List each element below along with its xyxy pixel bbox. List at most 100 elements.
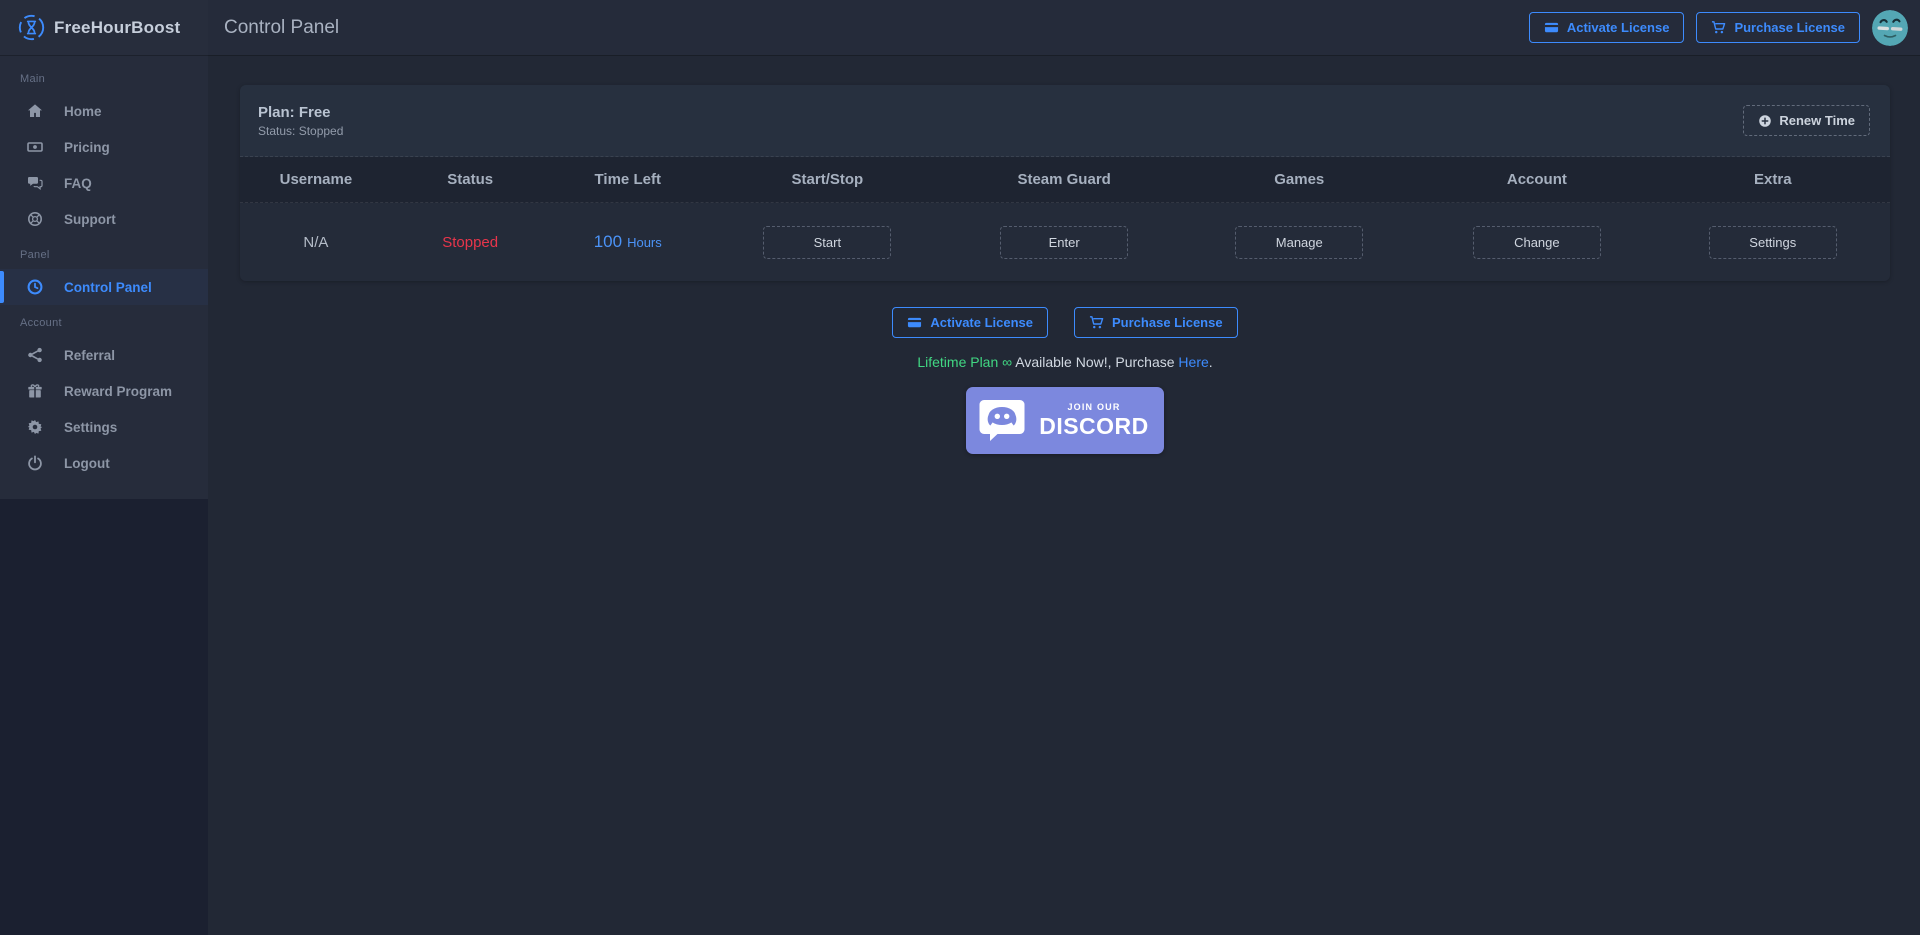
discord-icon (978, 398, 1026, 443)
cart-icon (1711, 20, 1726, 35)
discord-wordmark: DISCORD (1039, 412, 1149, 439)
table-header-row: Username Status Time Left Start/Stop Steam G… (240, 157, 1890, 203)
cart-icon (1089, 315, 1104, 330)
sidebar-item-label: Referral (64, 347, 116, 363)
main-content: Plan: Free Status: Stopped Renew Time Us… (208, 55, 1920, 935)
discord-banner[interactable]: JOIN OUR DISCORD (966, 387, 1164, 454)
col-header-start-stop: Start/Stop (791, 171, 864, 188)
sidebar-filler (0, 499, 208, 935)
credit-card-icon (907, 315, 922, 330)
cell-extra: Settings (1656, 225, 1890, 259)
plan-card: Plan: Free Status: Stopped Renew Time Us… (240, 85, 1890, 281)
purchase-license-button-center[interactable]: Purchase License (1074, 307, 1238, 338)
home-icon (26, 103, 44, 119)
sidebar-item-faq[interactable]: FAQ (0, 165, 208, 201)
activate-license-button[interactable]: Activate License (1528, 12, 1685, 43)
sidebar-item-referral[interactable]: Referral (0, 337, 208, 373)
sidebar-item-pricing[interactable]: Pricing (0, 129, 208, 165)
sidebar-item-label: Logout (64, 455, 110, 471)
row-button-manage[interactable]: Manage (1235, 225, 1364, 259)
life-ring-icon (26, 211, 44, 227)
sidebar-nav: Main Home Pricing FAQ Support Panel Control Pa… (0, 55, 208, 481)
hourglass-boost-icon (18, 14, 45, 41)
activate-license-label: Activate License (1566, 20, 1670, 35)
discord-join-text: JOIN OUR (1067, 401, 1121, 412)
purchase-license-label: Purchase License (1112, 315, 1223, 330)
clock-icon (26, 279, 44, 295)
promo-suffix: . (1208, 354, 1213, 370)
sidebar-section-label-main: Main (20, 73, 46, 85)
plan-label: Plan: Free (258, 103, 331, 121)
col-header-username: Username (279, 171, 353, 188)
activate-license-label: Activate License (930, 315, 1034, 330)
cell-time-left: 100 Hours (549, 232, 707, 252)
col-header-account: Account (1506, 171, 1567, 188)
center-zone: Activate License Purchase License Lifetim… (240, 281, 1890, 454)
promo-here-link[interactable]: Here (1178, 354, 1208, 370)
money-icon (26, 139, 44, 155)
time-left-unit: Hours (627, 235, 662, 250)
activate-license-button-center[interactable]: Activate License (892, 307, 1049, 338)
sidebar-item-settings[interactable]: Settings (0, 409, 208, 445)
sidebar-item-label: FAQ (64, 175, 92, 191)
col-header-extra: Extra (1754, 171, 1792, 188)
row-button-enter[interactable]: Enter (1000, 225, 1129, 259)
row-button-settings[interactable]: Settings (1708, 225, 1837, 259)
infinity-icon: ∞ (1002, 354, 1013, 370)
purchase-license-button[interactable]: Purchase License (1696, 12, 1860, 43)
comments-icon (26, 175, 44, 191)
renew-time-button[interactable]: Renew Time (1743, 105, 1870, 136)
sidebar-section-label-account: Account (20, 317, 62, 329)
brand-name: FreeHourBoost (54, 17, 181, 37)
sidebar-item-label: Control Panel (64, 279, 152, 295)
plus-circle-icon (1758, 114, 1772, 128)
sidebar-item-control-panel[interactable]: Control Panel (0, 269, 208, 305)
col-header-time-left: Time Left (594, 171, 661, 188)
promo-line: Lifetime Plan ∞ Available Now!, Purchase… (917, 354, 1212, 370)
discord-text: JOIN OUR DISCORD (1037, 402, 1151, 440)
cell-start-stop: Start (707, 225, 948, 259)
gift-icon (26, 383, 44, 399)
top-bar: FreeHourBoost Control Panel Activate Lic… (0, 0, 1920, 55)
col-header-games: Games (1274, 171, 1325, 188)
credit-card-icon (1544, 20, 1559, 35)
cell-steam-guard: Enter (948, 225, 1181, 259)
page-title: Control Panel (224, 16, 340, 38)
cell-account: Change (1418, 225, 1656, 259)
sidebar-section-label-panel: Panel (20, 249, 50, 261)
cell-games: Manage (1180, 225, 1418, 259)
sidebar-item-logout[interactable]: Logout (0, 445, 208, 481)
cell-status: Stopped (442, 233, 499, 251)
row-button-start[interactable]: Start (763, 225, 892, 259)
purchase-license-label: Purchase License (1734, 20, 1845, 35)
top-actions: Activate License Purchase License (1528, 9, 1920, 46)
col-header-steam-guard: Steam Guard (1017, 171, 1111, 188)
sidebar-item-home[interactable]: Home (0, 93, 208, 129)
power-icon (26, 455, 44, 471)
col-header-status: Status (447, 171, 494, 188)
sidebar: Main Home Pricing FAQ Support Panel Control Pa… (0, 55, 208, 935)
row-button-change[interactable]: Change (1472, 225, 1601, 259)
gear-icon (26, 419, 44, 435)
sidebar-item-reward-program[interactable]: Reward Program (0, 373, 208, 409)
sidebar-item-support[interactable]: Support (0, 201, 208, 237)
sidebar-item-label: Reward Program (64, 383, 173, 399)
user-avatar[interactable] (1872, 9, 1908, 46)
cell-username: N/A (303, 233, 329, 251)
share-icon (26, 347, 44, 363)
table-row: N/A Stopped 100 Hours Start Enter Manage Change… (240, 203, 1890, 281)
sidebar-item-label: Support (64, 211, 116, 227)
promo-plan: Lifetime Plan (917, 354, 999, 370)
brand[interactable]: FreeHourBoost (0, 0, 208, 55)
app-root: FreeHourBoost Control Panel Activate Lic… (0, 0, 1920, 935)
sidebar-item-label: Pricing (64, 139, 110, 155)
plan-info: Plan: Free Status: Stopped (258, 104, 343, 138)
time-left-value: 100 (593, 232, 623, 251)
renew-time-label: Renew Time (1779, 113, 1855, 128)
sidebar-item-label: Settings (64, 419, 118, 435)
license-buttons-row: Activate License Purchase License (892, 307, 1238, 338)
sidebar-item-label: Home (64, 103, 102, 119)
plan-status-label: Status: Stopped (258, 123, 344, 138)
header-license-buttons: Activate License Purchase License (1528, 12, 1860, 43)
promo-middle: Available Now!, Purchase (1012, 354, 1179, 370)
